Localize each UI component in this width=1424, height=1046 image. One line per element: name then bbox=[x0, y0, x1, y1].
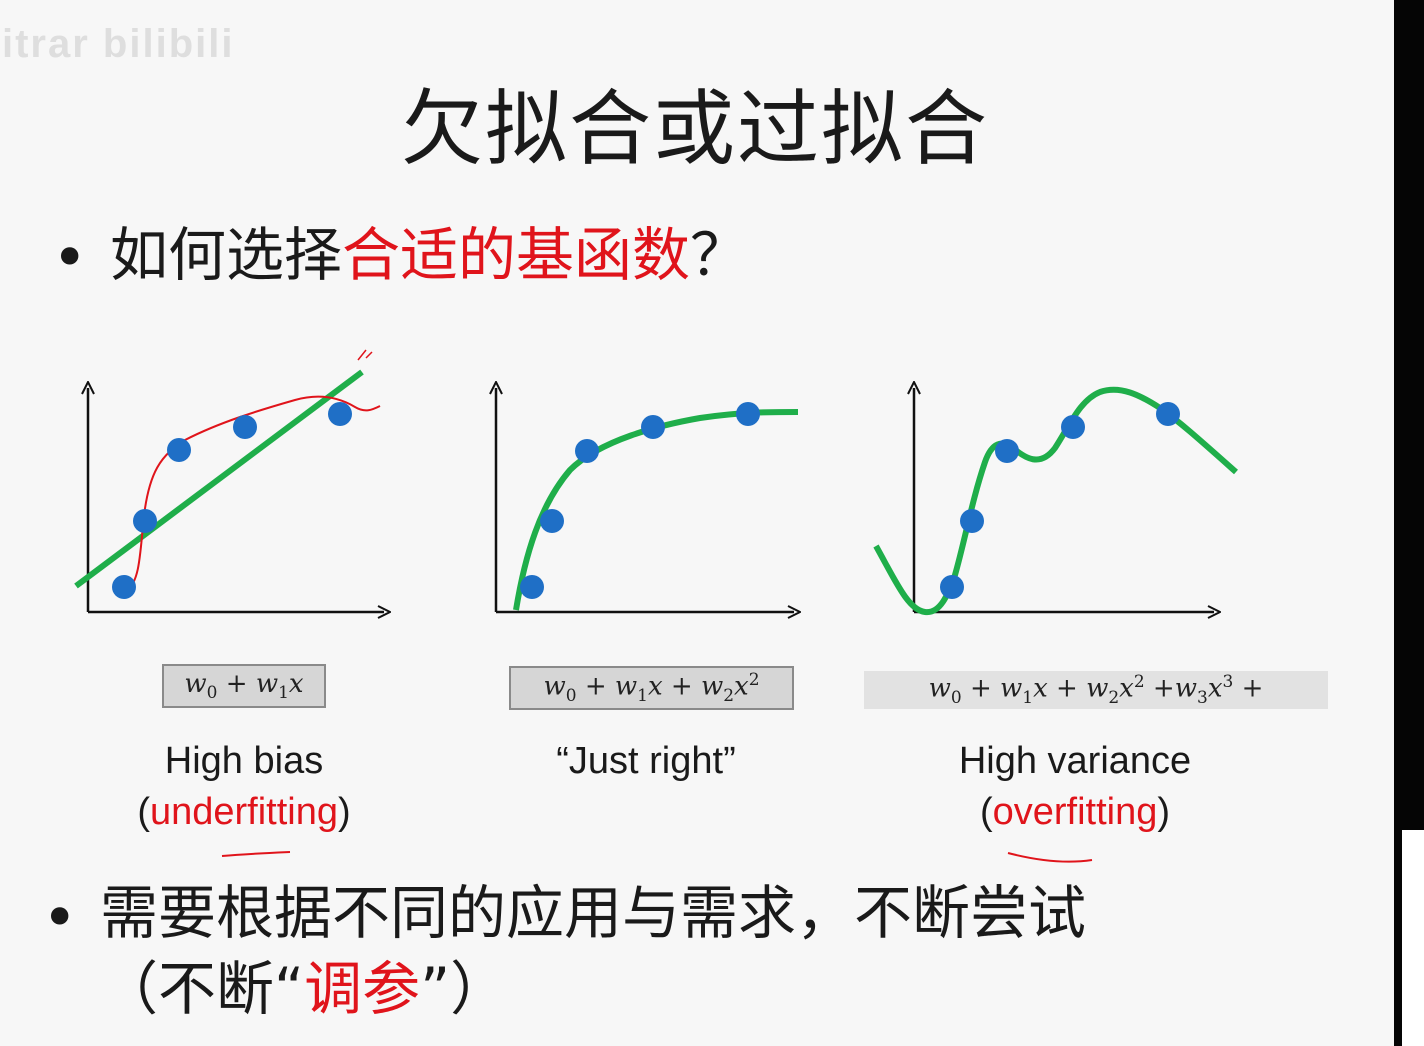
hand-underlines bbox=[221, 851, 1093, 863]
overfitting-underline bbox=[1007, 852, 1093, 863]
bullet-2-line-2: （不断“调参”） bbox=[100, 960, 508, 1018]
bullet-2-highlight: 调参 bbox=[304, 955, 421, 1023]
bullet-2-line-1: 需要根据不同的应用与需求，不断尝试 bbox=[100, 879, 1087, 947]
underfitting-underline bbox=[221, 851, 291, 857]
bullet-dot-2: • bbox=[42, 883, 78, 953]
bullet-2-suffix: ”） bbox=[420, 955, 509, 1023]
bullet-2-prefix: （不断“ bbox=[100, 955, 305, 1023]
side-panel-strip bbox=[1402, 830, 1424, 1046]
